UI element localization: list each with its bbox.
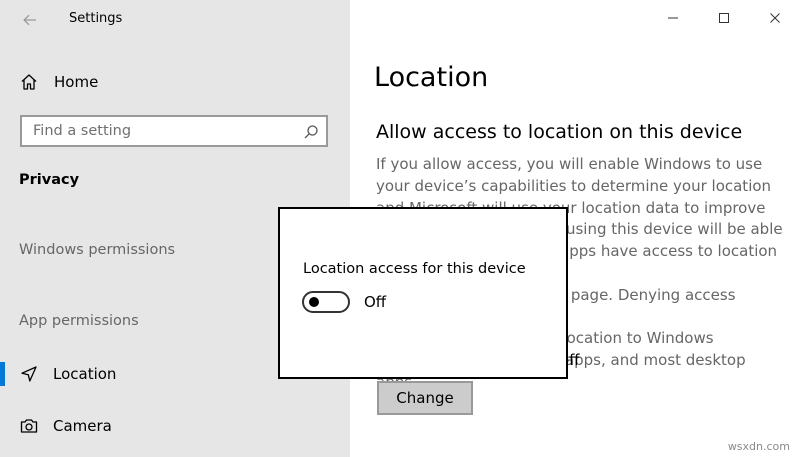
minimize-button[interactable] <box>647 0 698 36</box>
back-button[interactable] <box>18 8 42 32</box>
search-placeholder: Find a setting <box>33 123 132 139</box>
sidebar-item-camera[interactable]: Camera <box>0 409 350 443</box>
sidebar-item-label: Camera <box>53 417 112 435</box>
search-icon[interactable] <box>302 123 320 141</box>
page-title: Location <box>374 62 489 93</box>
back-arrow-icon <box>23 14 36 26</box>
home-nav-item[interactable]: Home <box>20 70 98 94</box>
sidebar-item-label: Location <box>53 365 117 383</box>
group-heading-app-permissions: App permissions <box>19 313 139 329</box>
section-heading: Allow access to location on this device <box>376 121 743 143</box>
change-button[interactable]: Change <box>377 381 473 415</box>
dialog-title: Location access for this device <box>303 261 526 277</box>
paragraph-line: your device’s capabilities to determine … <box>376 176 772 195</box>
toggle-state-label: Off <box>364 293 387 311</box>
camera-icon <box>20 419 38 433</box>
section-title-privacy: Privacy <box>19 172 80 188</box>
group-heading-windows-permissions: Windows permissions <box>19 242 176 258</box>
maximize-icon <box>718 13 729 23</box>
toggle-knob <box>309 297 319 307</box>
maximize-button[interactable] <box>698 0 749 36</box>
location-access-toggle[interactable] <box>302 291 350 313</box>
search-input[interactable]: Find a setting <box>20 115 328 147</box>
minimize-icon <box>667 17 678 19</box>
home-icon <box>21 74 37 90</box>
watermark: wsxdn.com <box>727 440 790 453</box>
location-access-dialog: Location access for this device Off <box>278 207 568 379</box>
home-label: Home <box>54 73 99 91</box>
paragraph-line: If you allow access, you will enable Win… <box>376 155 763 173</box>
close-button[interactable] <box>749 0 800 36</box>
window-controls <box>647 0 800 36</box>
app-title: Settings <box>69 11 123 26</box>
selection-indicator <box>0 362 5 386</box>
location-icon <box>21 366 37 382</box>
close-icon <box>769 13 780 23</box>
